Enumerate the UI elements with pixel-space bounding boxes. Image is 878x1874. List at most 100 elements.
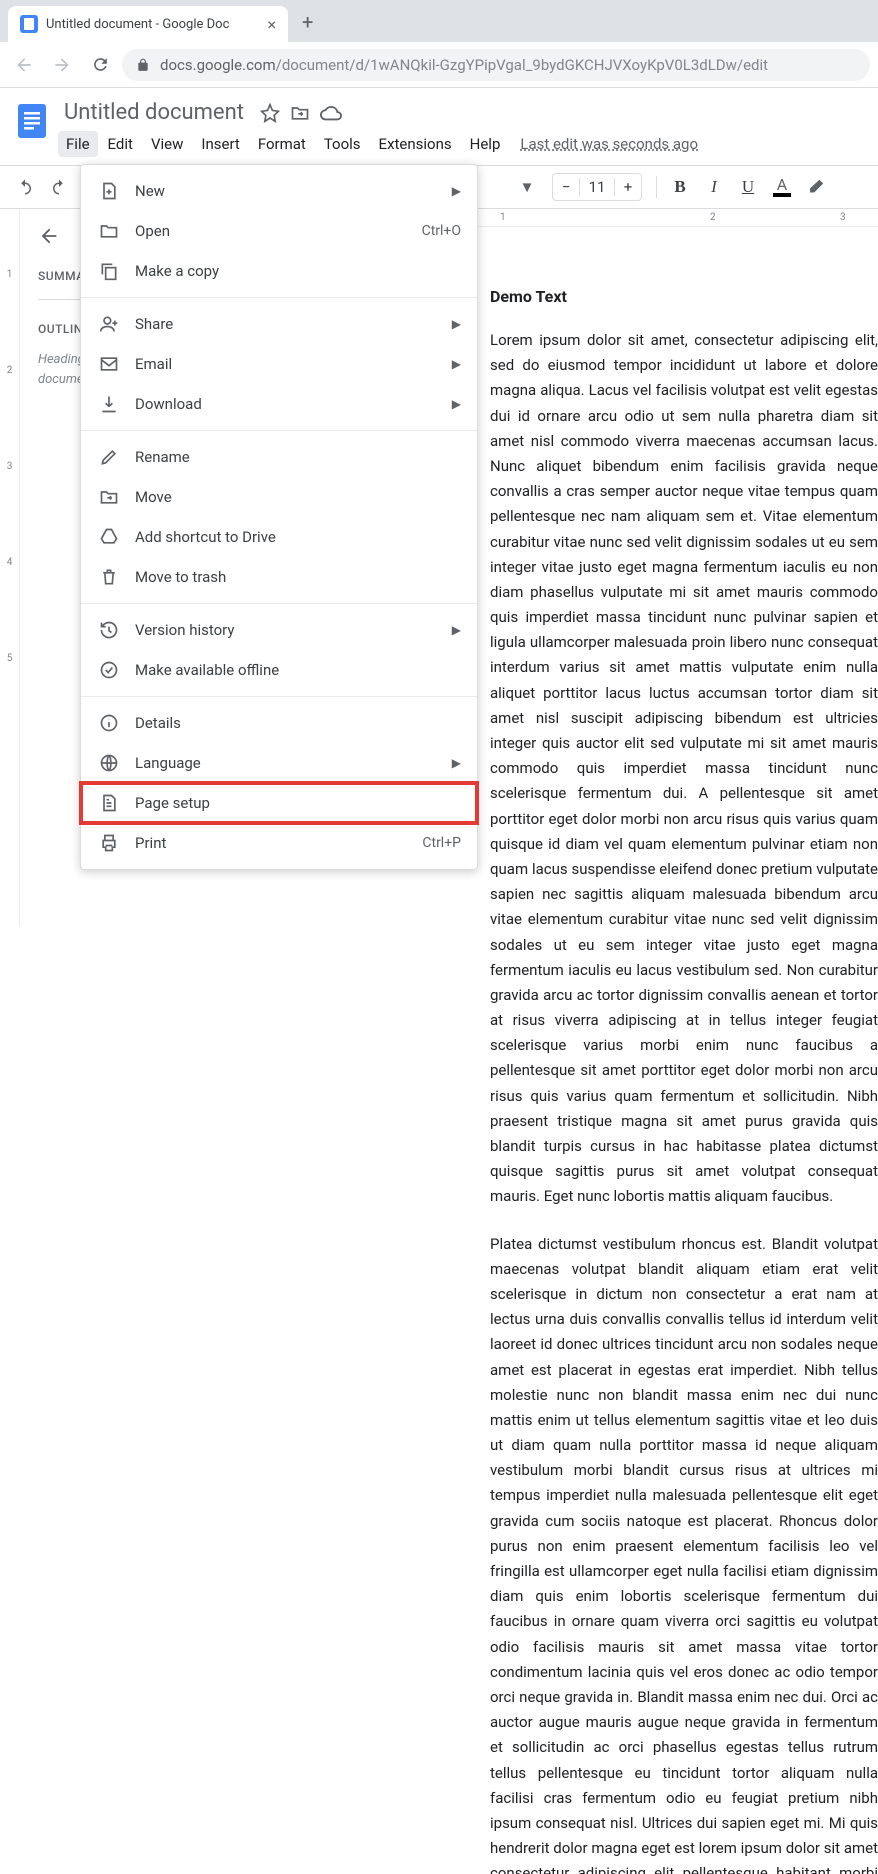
styles-dropdown[interactable]: ▼ [512,172,542,202]
move-icon [97,485,121,509]
page-icon [97,791,121,815]
move-to-folder-icon[interactable] [290,103,310,123]
menu-separator [81,297,477,298]
globe-icon [97,751,121,775]
ruler-tick: 2 [710,212,716,223]
menu-item-move[interactable]: Move [81,477,477,517]
copy-icon [97,259,121,283]
menu-item-share[interactable]: Share▶ [81,304,477,344]
menu-item-label: Make available offline [135,661,461,679]
menu-separator [81,696,477,697]
history-icon [97,618,121,642]
underline-button[interactable]: U [733,172,763,202]
italic-button[interactable]: I [699,172,729,202]
drive-add-icon [97,525,121,549]
menu-help[interactable]: Help [462,131,509,157]
menubar: File Edit View Insert Format Tools Exten… [58,131,878,157]
undo-button[interactable] [10,172,40,202]
menu-extensions[interactable]: Extensions [371,131,460,157]
forward-button[interactable] [46,49,78,81]
menu-item-label: Add shortcut to Drive [135,528,461,546]
menu-item-print[interactable]: PrintCtrl+P [81,823,477,863]
download-icon [97,392,121,416]
lock-icon [136,58,150,72]
file-plus-icon [97,179,121,203]
trash-icon [97,565,121,589]
file-menu-dropdown: New▶OpenCtrl+OMake a copyShare▶Email▶Dow… [80,164,478,870]
ruler-tick: 3 [840,212,846,223]
menu-tools[interactable]: Tools [316,131,369,157]
menu-item-label: Download [135,395,452,413]
submenu-arrow-icon: ▶ [452,357,461,371]
menu-item-download[interactable]: Download▶ [81,384,477,424]
menu-item-rename[interactable]: Rename [81,437,477,477]
menu-item-add-shortcut-to-drive[interactable]: Add shortcut to Drive [81,517,477,557]
menu-item-label: Open [135,222,422,240]
menu-item-label: New [135,182,452,200]
browser-tab[interactable]: Untitled document - Google Doc × [8,6,288,42]
mail-icon [97,352,121,376]
font-size-increase[interactable]: + [615,178,641,196]
menu-item-new[interactable]: New▶ [81,171,477,211]
menu-item-make-available-offline[interactable]: Make available offline [81,650,477,690]
last-edit-link[interactable]: Last edit was seconds ago [520,135,698,153]
menu-item-label: Language [135,754,452,772]
menu-item-label: Page setup [135,794,461,812]
menu-separator [81,603,477,604]
doc-heading[interactable]: Demo Text [490,287,878,306]
cloud-status-icon[interactable] [320,102,342,124]
menu-item-shortcut: Ctrl+O [422,223,461,239]
reload-button[interactable] [84,49,116,81]
address-bar[interactable]: docs.google.com/document/d/1wANQkil-GzgY… [122,49,870,81]
docs-header: Untitled document File Edit View Insert … [0,88,878,157]
tab-title: Untitled document - Google Doc [46,17,261,32]
menu-edit[interactable]: Edit [100,131,141,157]
menu-insert[interactable]: Insert [193,131,247,157]
close-tab-icon[interactable]: × [267,15,276,34]
info-icon [97,711,121,735]
doc-paragraph[interactable]: Platea dictumst vestibulum rhoncus est. … [490,1232,878,1874]
bold-button[interactable]: B [665,172,695,202]
menu-item-label: Move to trash [135,568,461,586]
menu-format[interactable]: Format [250,131,314,157]
docs-logo[interactable] [12,100,52,148]
redo-button[interactable] [44,172,74,202]
menu-item-version-history[interactable]: Version history▶ [81,610,477,650]
menu-item-label: Details [135,714,461,732]
url-host: docs.google.com [160,56,276,74]
person-plus-icon [97,312,121,336]
menu-item-email[interactable]: Email▶ [81,344,477,384]
submenu-arrow-icon: ▶ [452,317,461,331]
menu-item-details[interactable]: Details [81,703,477,743]
menu-item-move-to-trash[interactable]: Move to trash [81,557,477,597]
back-button[interactable] [8,49,40,81]
submenu-arrow-icon: ▶ [452,184,461,198]
font-size-value[interactable]: 11 [579,178,615,196]
menu-item-page-setup[interactable]: Page setup [81,783,477,823]
menu-view[interactable]: View [143,131,191,157]
document-title[interactable]: Untitled document [58,98,250,127]
menu-item-language[interactable]: Language▶ [81,743,477,783]
submenu-arrow-icon: ▶ [452,397,461,411]
font-size-decrease[interactable]: − [553,178,579,196]
ruler-tick: 1 [500,212,506,223]
text-color-button[interactable]: A [767,172,797,202]
docs-favicon [20,15,38,33]
menu-item-label: Version history [135,621,452,639]
highlight-button[interactable] [801,172,831,202]
vertical-ruler: 12345 [0,209,20,926]
menu-file[interactable]: File [58,131,98,157]
toolbar-separator [656,176,657,198]
browser-tab-strip: Untitled document - Google Doc × + [0,0,878,42]
submenu-arrow-icon: ▶ [452,756,461,770]
menu-item-label: Rename [135,448,461,466]
doc-paragraph[interactable]: Lorem ipsum dolor sit amet, consectetur … [490,328,878,1210]
url-path: /document/d/1wANQkil-GzgYPipVgal_9bydGKC… [276,56,768,74]
pencil-icon [97,445,121,469]
folder-icon [97,219,121,243]
star-icon[interactable] [260,103,280,123]
new-tab-button[interactable]: + [302,10,313,34]
menu-item-shortcut: Ctrl+P [422,835,461,851]
menu-item-make-a-copy[interactable]: Make a copy [81,251,477,291]
menu-item-open[interactable]: OpenCtrl+O [81,211,477,251]
